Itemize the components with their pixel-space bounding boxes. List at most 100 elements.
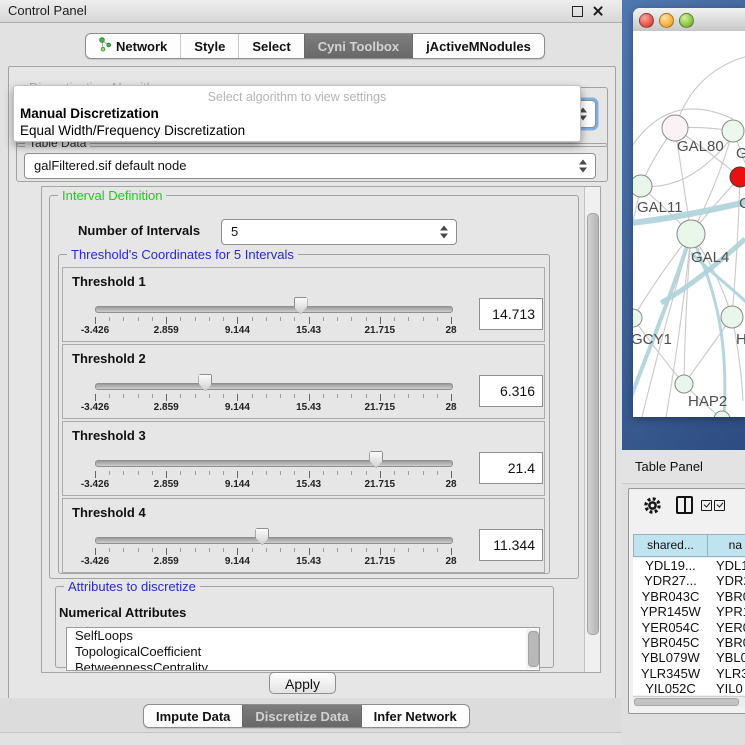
close-icon[interactable] — [591, 4, 605, 18]
float-window-icon[interactable] — [572, 6, 583, 17]
threshold-slider-track[interactable] — [95, 537, 453, 544]
network-tab-icon — [99, 37, 111, 55]
table-row[interactable]: YBR043CYBR0 — [633, 589, 745, 604]
slider-tick-labels: -3.4262.8599.14415.4321.71528 — [95, 556, 451, 567]
tab-label: Cyni Toolbox — [318, 39, 399, 54]
table-column-header[interactable]: shared... — [633, 534, 708, 557]
tab-network[interactable]: Network — [86, 34, 180, 58]
minimize-traffic-light-icon[interactable] — [659, 13, 674, 28]
table-row[interactable]: YDL19...YDL1 — [633, 558, 745, 573]
table-panel: shared...na YDL19...YDL1YDR27...YDR2YBR0… — [628, 488, 745, 714]
gear-icon[interactable] — [644, 497, 661, 519]
tab-discretize-data[interactable]: Discretize Data — [242, 705, 360, 727]
table-cell: YPR1 — [708, 604, 745, 619]
control-panel-window: Control Panel Network Style Select Cyni Too… — [0, 0, 622, 745]
app-root: Control Panel Network Style Select Cyni Too… — [0, 0, 745, 745]
table-cell: YIL0 — [708, 681, 745, 695]
network-node-c[interactable] — [730, 167, 745, 187]
table-panel-titlebar: Table Panel — [622, 450, 745, 484]
table-row[interactable]: YPR145WYPR1 — [633, 604, 745, 619]
table-cell: YDR2 — [708, 573, 745, 588]
network-node-h[interactable] — [721, 306, 743, 328]
threshold-slider-track[interactable] — [95, 306, 453, 313]
close-traffic-light-icon[interactable] — [639, 13, 654, 28]
table-cell: YLR3 — [708, 666, 745, 681]
network-node-label: GAL4 — [691, 249, 729, 266]
tab-impute-data[interactable]: Impute Data — [144, 705, 242, 727]
attributes-group: Attributes to discretize Numerical Attri… — [55, 586, 554, 668]
table-horizontal-scrollbar-thumb[interactable] — [634, 698, 739, 706]
network-window-titlebar[interactable] — [633, 8, 745, 32]
top-tab-bar: Network Style Select Cyni Toolbox jActiveMNo… — [85, 33, 545, 59]
network-node-label: HAP2 — [688, 393, 727, 410]
table-column-header[interactable]: na — [708, 534, 745, 557]
number-of-intervals-label: Number of Intervals — [78, 223, 200, 238]
column-layout-icon[interactable] — [676, 496, 693, 514]
bottom-tab-bar: Impute Data Discretize Data Infer Network — [143, 704, 470, 728]
threshold-block-3: Threshold 3-3.4262.8599.14415.4321.71528… — [62, 421, 545, 496]
tab-select[interactable]: Select — [238, 34, 303, 58]
table-data-group: Table Data galFiltered.sif default node — [16, 143, 608, 182]
zoom-traffic-light-icon[interactable] — [679, 13, 694, 28]
numerical-attributes-list[interactable]: SelfLoopsTopologicalCoefficientBetweenne… — [66, 627, 540, 671]
attributes-list-scrollbar[interactable] — [526, 629, 538, 669]
checkbox-icon[interactable] — [714, 500, 725, 511]
panel-scrollbar-thumb[interactable] — [587, 213, 599, 635]
threshold-value-field[interactable]: 11.344 — [479, 529, 543, 561]
network-node-gal4[interactable] — [677, 220, 705, 248]
threshold-value-field[interactable]: 21.4 — [479, 452, 543, 484]
table-row[interactable]: YDR27...YDR2 — [633, 573, 745, 588]
tab-label: Discretize Data — [255, 709, 348, 724]
table-row[interactable]: YLR345WYLR3 — [633, 666, 745, 681]
network-node-label: GAL11 — [637, 199, 683, 216]
table-row[interactable]: YER054CYER0 — [633, 620, 745, 635]
slider-tick-labels: -3.4262.8599.14415.4321.71528 — [95, 402, 451, 413]
checkbox-icon[interactable] — [701, 500, 712, 511]
network-canvas[interactable]: GAL80G.CGAL11GAL4HGCY1HAP2 — [633, 31, 745, 417]
table-data-combobox[interactable]: galFiltered.sif default node — [24, 153, 596, 179]
numerical-attributes-items: SelfLoopsTopologicalCoefficientBetweenne… — [67, 628, 539, 671]
control-panel-titlebar: Control Panel — [0, 0, 622, 23]
attribute-list-item[interactable]: BetweennessCentrality — [67, 660, 539, 671]
network-node-g[interactable] — [722, 120, 744, 142]
table-cell: YIL052C — [633, 681, 708, 695]
table-cell: YDL19... — [633, 558, 708, 573]
attribute-list-item[interactable]: TopologicalCoefficient — [67, 644, 539, 660]
network-node-hap2[interactable] — [675, 375, 693, 393]
table-row[interactable]: YBR045CYBR0 — [633, 635, 745, 650]
table-cell: YER0 — [708, 620, 745, 635]
table-header-row: shared...na — [633, 534, 745, 557]
network-node-gal11[interactable] — [633, 175, 652, 197]
panel-scrollbar[interactable] — [584, 187, 600, 672]
combobox-arrows-icon — [579, 160, 587, 173]
table-cell: YDL1 — [708, 558, 745, 573]
table-cell: YBR043C — [633, 589, 708, 604]
threshold-slider-track[interactable] — [95, 383, 453, 390]
dropdown-option-manual-discretization[interactable]: Manual Discretization — [20, 106, 159, 121]
network-node[interactable] — [714, 411, 730, 417]
tab-cyni-toolbox[interactable]: Cyni Toolbox — [304, 34, 412, 58]
number-of-intervals-combobox[interactable]: 5 — [221, 219, 457, 245]
tab-label: Infer Network — [374, 709, 457, 724]
threshold-value-field[interactable]: 14.713 — [479, 298, 543, 330]
table-row[interactable]: YBL079WYBL0 — [633, 650, 745, 665]
apply-button[interactable]: Apply — [269, 672, 336, 694]
tab-jactivemnodules[interactable]: jActiveMNodules — [412, 34, 544, 58]
tab-style[interactable]: Style — [180, 34, 238, 58]
attributes-list-scrollbar-thumb[interactable] — [528, 631, 539, 667]
table-horizontal-scrollbar[interactable] — [633, 696, 745, 707]
thresholds-group-title: Threshold's Coordinates for 5 Intervals — [67, 247, 298, 262]
network-node-label: GAL80 — [677, 138, 724, 155]
network-node-gcy1[interactable] — [633, 309, 642, 327]
slider-tick-marks — [95, 317, 451, 325]
attribute-list-item[interactable]: SelfLoops — [67, 628, 539, 644]
dropdown-option-equal-width-frequency[interactable]: Equal Width/Frequency Discretization — [20, 123, 245, 138]
tab-infer-network[interactable]: Infer Network — [361, 705, 469, 727]
settings-scroll-panel: Interval Definition Number of Intervals … — [41, 186, 601, 673]
threshold-slider-track[interactable] — [95, 460, 453, 467]
tab-label: Style — [194, 39, 225, 54]
threshold-value-field[interactable]: 6.316 — [479, 375, 543, 407]
table-row[interactable]: YIL052CYIL0 — [633, 681, 745, 695]
threshold-list: Threshold 1-3.4262.8599.14415.4321.71528… — [62, 267, 545, 575]
table-rows: YDL19...YDL1YDR27...YDR2YBR043CYBR0YPR14… — [633, 558, 745, 695]
